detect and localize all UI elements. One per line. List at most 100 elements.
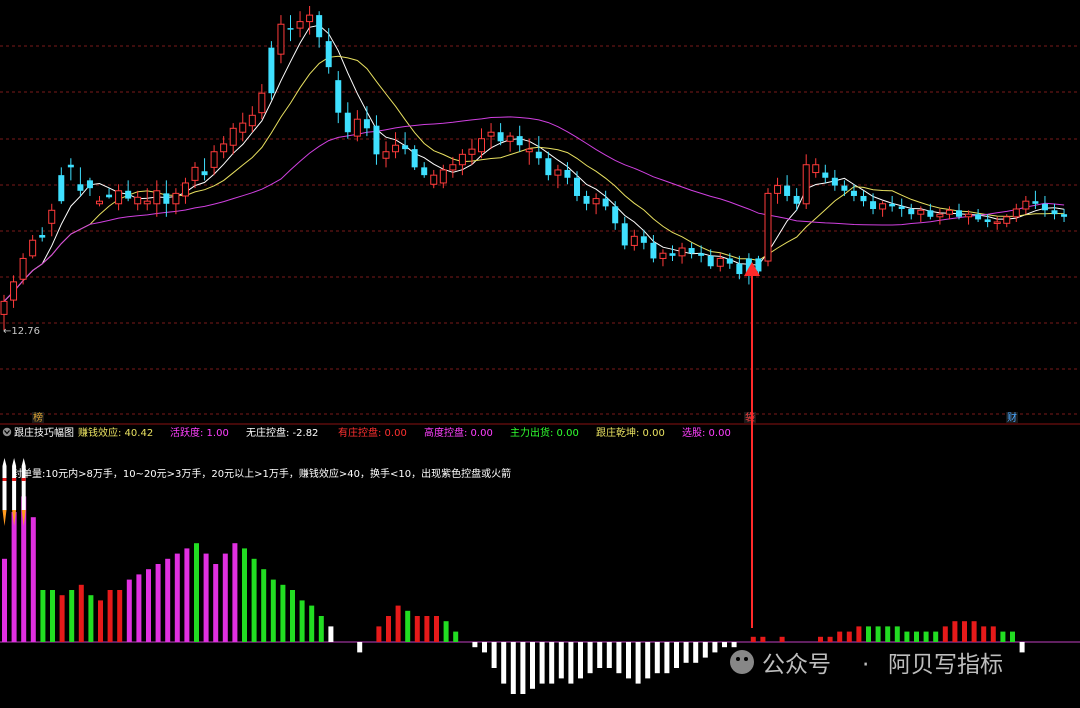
indicator-bar — [78, 584, 84, 642]
indicator-bar — [146, 569, 151, 642]
indicator-bar — [117, 590, 123, 642]
indicator-bar — [875, 626, 881, 642]
indicator-bar — [232, 543, 238, 642]
candle-body — [802, 164, 810, 205]
candle-body — [29, 239, 37, 257]
indicator-bar — [50, 590, 55, 642]
indicator-bar — [578, 642, 583, 679]
indicator-bar — [1019, 642, 1025, 653]
candle-body — [707, 255, 714, 267]
candle-body — [793, 195, 800, 204]
indicator-menu-icon[interactable] — [2, 427, 12, 437]
candle-body — [860, 195, 867, 202]
indicator-name[interactable]: 跟庄技巧幅图 — [14, 426, 74, 439]
candle-body — [458, 153, 466, 166]
candle-body — [125, 190, 132, 199]
indicator-bar — [693, 642, 699, 663]
indicator-item: 有庄控盘: 0.00 — [338, 426, 407, 439]
candle-body — [822, 172, 829, 178]
candle-body — [449, 164, 457, 171]
indicator-bar — [568, 642, 574, 684]
candle-body — [39, 235, 46, 238]
indicator-bar — [203, 553, 209, 642]
candle-body — [67, 164, 74, 168]
indicator-bar — [606, 642, 612, 668]
candle-body — [535, 151, 542, 159]
indicator-bar — [616, 642, 622, 674]
rocket-stripe — [2, 478, 7, 481]
candle-body — [143, 200, 151, 205]
indicator-bar — [818, 636, 823, 642]
indicator-bar — [2, 558, 7, 642]
candle-body — [640, 236, 647, 243]
candle-body — [478, 138, 485, 153]
candle-body — [1022, 200, 1030, 210]
candle-body — [134, 196, 142, 205]
indicator-bar — [443, 621, 449, 642]
indicator-bar — [549, 642, 555, 684]
indicator-bar — [760, 636, 766, 642]
description-text: 封单量:10元内>8万手，10~20元>3万手，20元以上>1万手，赚钱效应>4… — [12, 467, 511, 480]
candle-body — [48, 209, 56, 224]
candle-body — [19, 257, 27, 280]
candle-body — [879, 203, 887, 210]
indicator-bar — [30, 517, 36, 642]
indicator-bar — [702, 642, 708, 658]
wechat-icon-eye-left — [736, 657, 740, 661]
indicator-bar — [933, 631, 939, 642]
indicator-bar — [328, 626, 334, 642]
candle-body — [554, 169, 562, 176]
indicator-bar — [846, 631, 852, 642]
indicator-bar — [674, 642, 679, 668]
indicator-bar — [194, 543, 199, 642]
candle-body — [592, 198, 600, 205]
candle-body — [726, 258, 733, 264]
indicator-bar — [626, 642, 631, 679]
indicator-bar — [894, 626, 900, 642]
price-label: ←12.76 — [3, 326, 40, 337]
candle-body — [516, 136, 523, 146]
indicator-bar — [520, 642, 526, 694]
candle-body — [402, 145, 409, 150]
candle-body — [439, 169, 447, 184]
candle-body — [1003, 216, 1011, 224]
candle-body — [373, 125, 380, 155]
indicator-bar — [923, 631, 929, 642]
candle-body — [545, 158, 552, 176]
indicator-bar — [501, 642, 507, 684]
candle-body — [898, 206, 905, 209]
indicator-bar — [165, 558, 171, 642]
indicator-item: 无庄控盘: -2.82 — [246, 426, 318, 439]
candle — [268, 41, 275, 100]
candle-body — [659, 252, 667, 259]
watermark-separator: · — [862, 652, 869, 678]
indicator-bar — [424, 616, 430, 642]
wechat-icon-eye-right — [744, 657, 748, 661]
indicator-bar — [414, 616, 420, 642]
candle-body — [965, 213, 973, 218]
indicator-bar — [827, 636, 833, 642]
candle-body — [669, 253, 676, 256]
candle-body — [908, 208, 915, 215]
watermark-name: 阿贝写指标 — [888, 652, 1003, 678]
candle-body — [306, 14, 314, 23]
candle-body — [10, 281, 18, 301]
indicator-bar — [59, 595, 65, 642]
candle-body — [106, 194, 113, 198]
candle-body — [812, 164, 820, 174]
candle-body — [487, 131, 495, 137]
indicator-bar — [1010, 631, 1015, 642]
indicator-bar — [213, 564, 219, 642]
indicator-bar — [587, 642, 593, 674]
indicator-bar — [491, 642, 497, 668]
indicator-bar — [405, 610, 411, 642]
indicator-bar — [318, 616, 324, 642]
candle-body — [344, 112, 351, 133]
candle-body — [277, 23, 285, 55]
candle-body — [993, 221, 1001, 224]
indicator-bar — [731, 642, 737, 648]
candle-body — [220, 143, 228, 153]
indicator-bar — [222, 553, 228, 642]
candle-body — [602, 198, 609, 207]
candle-body — [77, 184, 84, 191]
